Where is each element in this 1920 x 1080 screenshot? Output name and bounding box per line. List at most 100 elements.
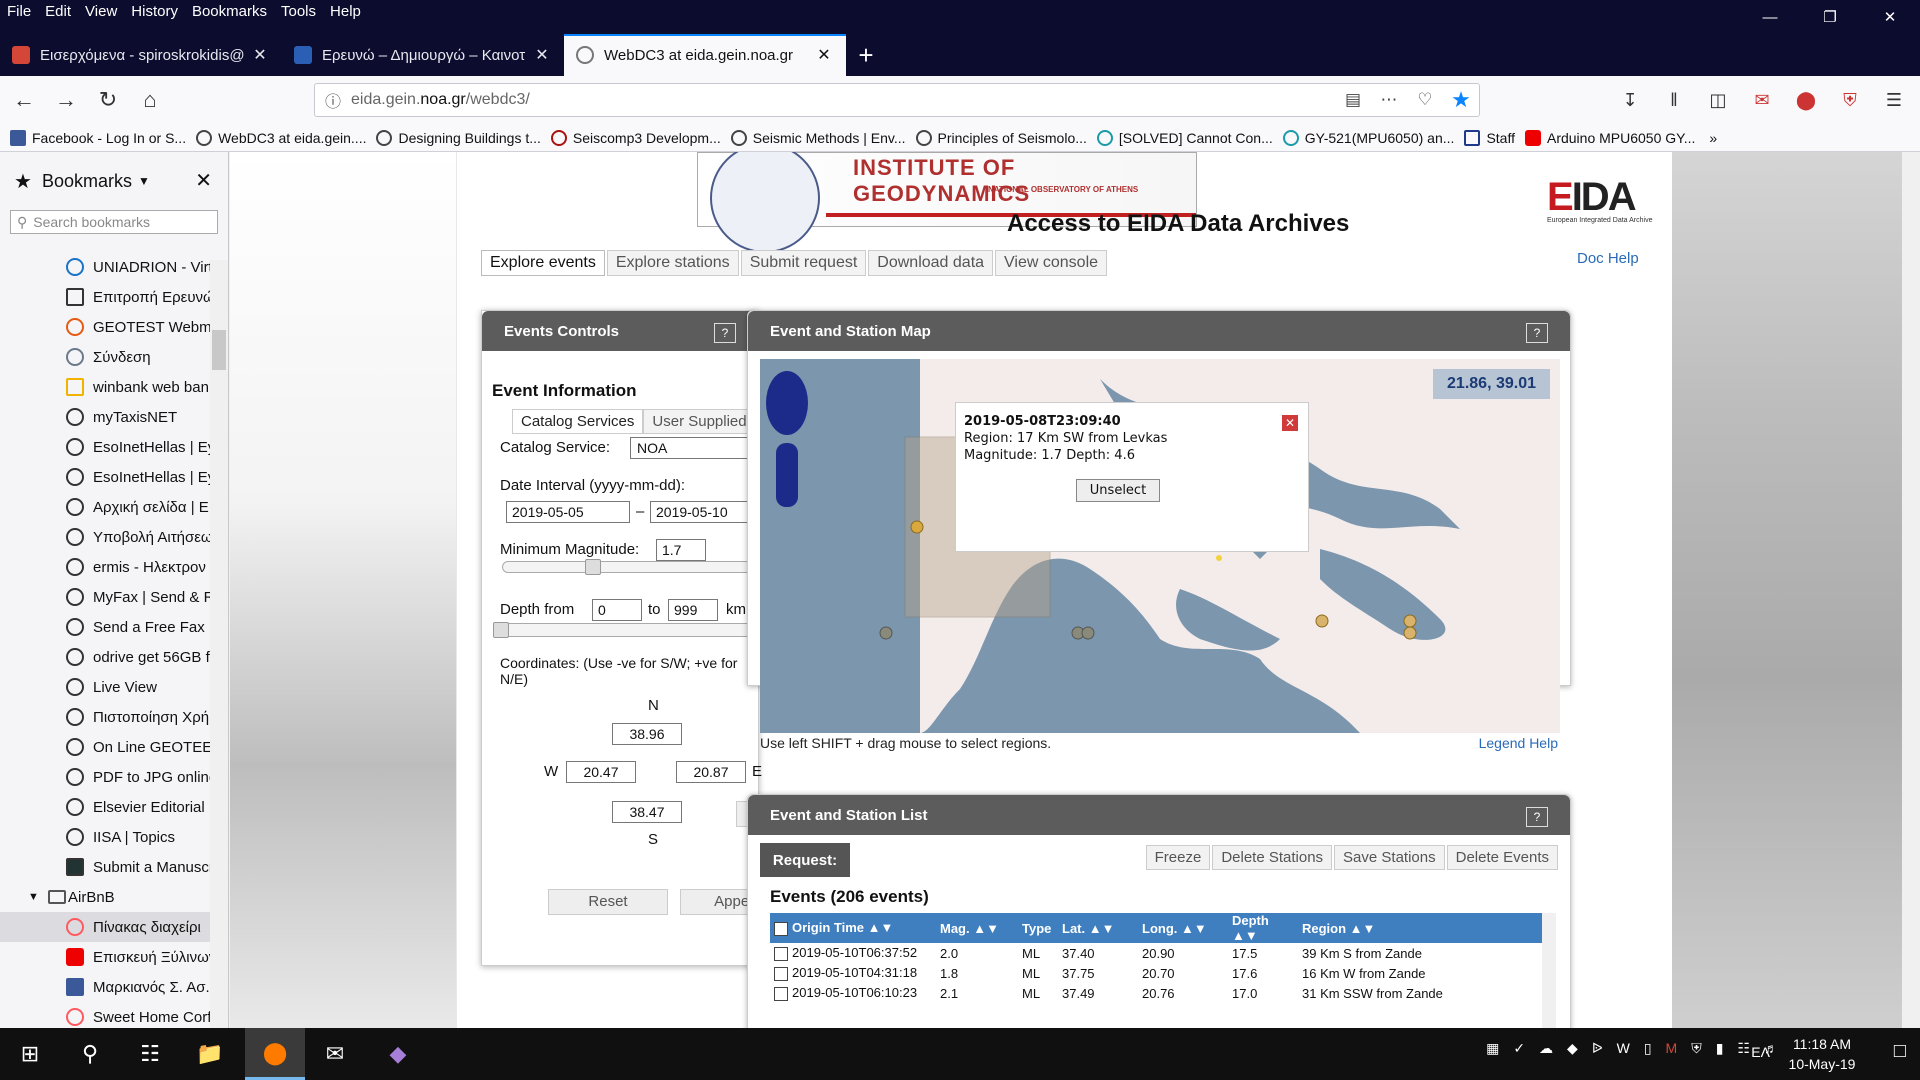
column-origin-time[interactable]: Origin Time ▲▼ — [770, 913, 936, 943]
list-item[interactable]: PDF to JPG online — [0, 762, 210, 792]
list-item[interactable]: Live View — [0, 672, 210, 702]
task-view-icon[interactable]: ☷ — [120, 1028, 180, 1080]
list-item[interactable]: Πίνακας διαχείρι — [0, 912, 210, 942]
firefox-icon[interactable]: ⬤ — [245, 1028, 305, 1080]
bookmark-item[interactable]: Staff — [1464, 129, 1515, 146]
event-marker[interactable] — [1216, 555, 1222, 561]
list-item[interactable]: odrive get 56GB f — [0, 642, 210, 672]
reset-button[interactable]: Reset — [548, 889, 668, 915]
sidebar-toggle-icon[interactable]: ◫ — [1698, 84, 1738, 116]
list-scrollbar[interactable] — [1542, 913, 1556, 1028]
event-marker[interactable] — [1081, 626, 1095, 640]
table-row[interactable]: 2019-05-10T04:31:18 1.8 ML 37.75 20.70 17.6… — [770, 963, 1546, 983]
list-item[interactable]: Μαρκιανός Σ. Ασ. — [0, 972, 210, 1002]
tab-gmail[interactable]: Εισερχόμενα - spiroskrokidis@ ✕ — [0, 34, 282, 76]
close-tab-icon[interactable]: ✕ — [532, 45, 552, 65]
clock[interactable]: 11:18 AM 10-May-19 — [1784, 1034, 1860, 1074]
bookmark-item[interactable]: Designing Buildings t... — [376, 129, 541, 146]
info-icon[interactable]: ⓘ — [315, 88, 351, 112]
menu-view[interactable]: View — [78, 0, 124, 26]
south-input[interactable]: 38.47 — [612, 801, 682, 823]
list-item[interactable]: winbank web ban — [0, 372, 210, 402]
menu-icon[interactable]: ☰ — [1874, 84, 1914, 116]
page-scrollbar[interactable] — [1902, 152, 1920, 1028]
list-item[interactable]: EsoInetHellas | Ey — [0, 462, 210, 492]
tab-webdc3[interactable]: WebDC3 at eida.gein.noa.gr ✕ — [564, 34, 846, 76]
help-button[interactable]: ? — [714, 323, 736, 343]
shield-icon[interactable]: ⛨ — [1830, 84, 1870, 116]
reader-view-icon[interactable]: ▤ — [1335, 90, 1371, 110]
list-item[interactable]: Υποβολή Αιτήσεω — [0, 522, 210, 552]
sidebar-title[interactable]: Bookmarks — [42, 171, 132, 192]
network-icon[interactable]: ☷ — [1737, 1040, 1750, 1057]
scrollbar-thumb[interactable] — [212, 330, 226, 370]
event-marker[interactable] — [1403, 614, 1417, 628]
tab-explore-stations[interactable]: Explore stations — [606, 250, 739, 276]
close-icon[interactable]: ✕ — [195, 168, 212, 193]
event-marker[interactable] — [910, 520, 924, 534]
west-input[interactable]: 20.47 — [566, 761, 636, 783]
north-input[interactable]: 38.96 — [612, 723, 682, 745]
tab-erevno[interactable]: Ερευνώ – Δημιουργώ – Καινοτ ✕ — [282, 34, 564, 76]
freeze-button[interactable]: Freeze — [1145, 845, 1211, 870]
list-item[interactable]: MyFax | Send & R — [0, 582, 210, 612]
chevron-down-icon[interactable]: ▼ — [28, 891, 39, 903]
help-button[interactable]: ? — [1526, 807, 1548, 827]
delete-stations-button[interactable]: Delete Stations — [1212, 845, 1333, 870]
reload-button[interactable]: ↻ — [90, 82, 126, 118]
depth-to-input[interactable]: 999 — [668, 599, 718, 621]
list-item[interactable]: On Line GEOTEE — [0, 732, 210, 762]
tab-catalog-services[interactable]: Catalog Services — [512, 409, 644, 434]
eida-logo[interactable]: EIDA European Integrated Data Archive — [1547, 177, 1677, 227]
close-icon[interactable]: ✕ — [1282, 415, 1298, 431]
table-row[interactable]: 2019-05-10T06:10:23 2.1 ML 37.49 20.76 17.0… — [770, 983, 1546, 1003]
slider-knob[interactable] — [493, 622, 509, 638]
list-item[interactable]: ermis - Ηλεκτρον — [0, 552, 210, 582]
windows-start-icon[interactable]: ⊞ — [0, 1028, 60, 1080]
depth-from-input[interactable]: 0 — [592, 599, 642, 621]
tab-submit-request[interactable]: Submit request — [740, 250, 867, 276]
list-item[interactable]: myTaxisNET — [0, 402, 210, 432]
battery-icon[interactable]: ▮ — [1716, 1040, 1724, 1057]
file-explorer-icon[interactable]: 📁 — [180, 1028, 240, 1080]
url-bar[interactable]: ⓘ eida.gein.noa.gr/webdc3/ ▤ ⋯ ♡ ★ — [314, 83, 1480, 117]
new-tab-button[interactable]: + — [846, 34, 886, 76]
date-from-input[interactable]: 2019-05-05 — [506, 501, 630, 523]
bookmark-star-icon[interactable]: ★ — [1443, 87, 1479, 113]
tab-download-data[interactable]: Download data — [868, 250, 994, 276]
table-row[interactable]: 2019-05-10T06:37:52 2.0 ML 37.40 20.90 17.5… — [770, 943, 1546, 963]
column-region[interactable]: Region ▲▼ — [1298, 913, 1546, 943]
column-lat[interactable]: Lat. ▲▼ — [1058, 913, 1138, 943]
sidebar-header[interactable]: ★ Bookmarks ▼ ✕ — [0, 152, 228, 210]
language-indicator[interactable]: ΕΛ — [1751, 1044, 1770, 1060]
event-map[interactable]: 21.86, 39.01 2019-05-08T23:09:40 Region:… — [760, 359, 1560, 733]
row-checkbox[interactable] — [774, 946, 788, 961]
row-checkbox[interactable] — [774, 986, 788, 1001]
bookmark-item[interactable]: WebDC3 at eida.gein.... — [196, 129, 366, 146]
menu-bookmarks[interactable]: Bookmarks — [185, 0, 274, 26]
list-item[interactable]: Πιστοποίηση Χρή — [0, 702, 210, 732]
tab-user-supplied[interactable]: User Supplied — [643, 409, 756, 434]
tab-explore-events[interactable]: Explore events — [481, 250, 605, 276]
slider-knob[interactable] — [585, 559, 601, 575]
list-item[interactable]: Επισκευή Ξύλινων — [0, 942, 210, 972]
list-item[interactable]: Elsevier Editorial — [0, 792, 210, 822]
restore-icon[interactable]: ❐ — [1800, 0, 1860, 34]
search-input[interactable]: ⚲ Search bookmarks — [10, 210, 218, 234]
notification-icon[interactable]: □ — [1894, 1040, 1906, 1063]
sidebar-scrollbar[interactable] — [210, 260, 228, 1028]
bookmark-item[interactable]: [SOLVED] Cannot Con... — [1096, 129, 1273, 146]
event-marker[interactable] — [1315, 614, 1329, 628]
adblock-icon[interactable]: ⬤ — [1786, 84, 1826, 116]
zoom-control-icon[interactable] — [776, 443, 798, 507]
menu-file[interactable]: File — [0, 0, 38, 26]
chevron-down-icon[interactable]: ▼ — [138, 174, 150, 188]
library-icon[interactable]: ‖ — [1654, 84, 1694, 116]
close-tab-icon[interactable]: ✕ — [814, 45, 834, 65]
gmail-icon[interactable]: M — [1666, 1040, 1678, 1057]
select-all-checkbox[interactable] — [774, 921, 788, 936]
tab-view-console[interactable]: View console — [995, 250, 1108, 276]
list-item[interactable]: EsoInetHellas | Ey — [0, 432, 210, 462]
bookmark-item[interactable]: Principles of Seismolo... — [915, 129, 1087, 146]
list-item[interactable]: GEOTEST Webma — [0, 312, 210, 342]
